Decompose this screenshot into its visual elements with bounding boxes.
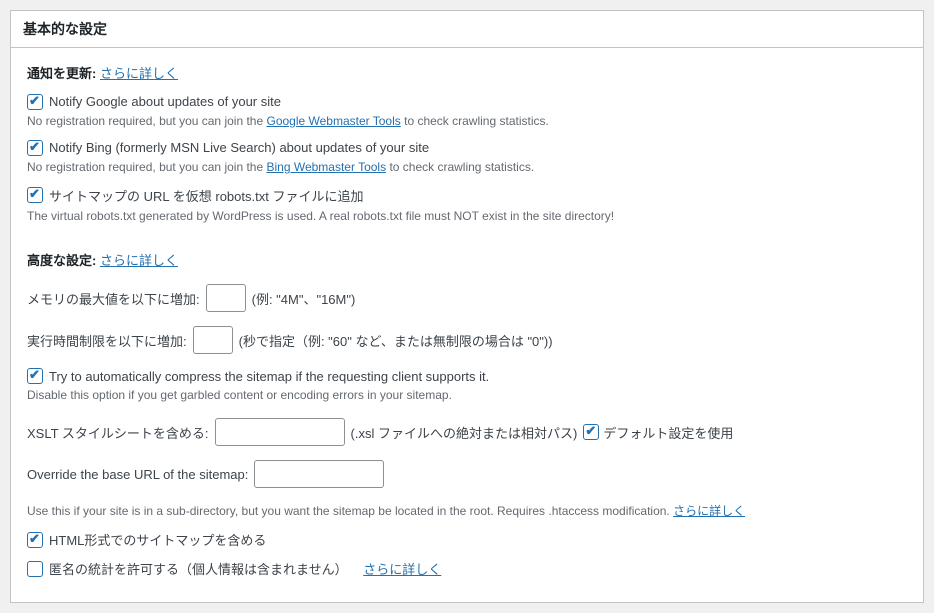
notify-label: 通知を更新:	[27, 66, 96, 81]
notify-bing-desc: No registration required, but you can jo…	[27, 158, 907, 176]
notify-google-row: Notify Google about updates of your site	[27, 94, 907, 110]
compress-checkbox[interactable]	[27, 368, 43, 384]
xslt-hint: (.xsl ファイルへの絶対または相対パス)	[351, 423, 578, 442]
advanced-label: 高度な設定:	[27, 253, 96, 268]
robots-desc: The virtual robots.txt generated by Word…	[27, 207, 907, 225]
memory-input[interactable]	[206, 284, 246, 312]
notify-more-link[interactable]: さらに詳しく	[100, 66, 178, 81]
anon-checkbox[interactable]	[27, 561, 43, 577]
anon-row: 匿名の統計を許可する（個人情報は含まれません） さらに詳しく	[27, 559, 907, 578]
baseurl-row: Override the base URL of the sitemap:	[27, 460, 907, 488]
memory-row: メモリの最大値を以下に増加: (例: "4M"、"16M")	[27, 284, 907, 312]
baseurl-desc: Use this if your site is in a sub-direct…	[27, 502, 907, 520]
robots-row: サイトマップの URL を仮想 robots.txt ファイルに追加	[27, 186, 907, 205]
compress-label: Try to automatically compress the sitema…	[49, 369, 489, 384]
baseurl-input[interactable]	[254, 460, 384, 488]
bing-webmaster-link[interactable]: Bing Webmaster Tools	[266, 160, 386, 174]
baseurl-more-link[interactable]: さらに詳しく	[673, 504, 745, 518]
xslt-label: XSLT スタイルシートを含める:	[27, 423, 209, 442]
advanced-group-header: 高度な設定: さらに詳しく	[27, 251, 907, 271]
anon-label: 匿名の統計を許可する（個人情報は含まれません）	[49, 559, 348, 578]
compress-row: Try to automatically compress the sitema…	[27, 368, 907, 384]
xslt-default-checkbox[interactable]	[583, 424, 599, 440]
notify-google-desc: No registration required, but you can jo…	[27, 112, 907, 130]
notify-bing-row: Notify Bing (formerly MSN Live Search) a…	[27, 140, 907, 156]
basic-settings-panel: 基本的な設定 通知を更新: さらに詳しく Notify Google about…	[10, 10, 924, 603]
xslt-row: XSLT スタイルシートを含める: (.xsl ファイルへの絶対または相対パス)…	[27, 418, 907, 446]
notify-bing-label: Notify Bing (formerly MSN Live Search) a…	[49, 140, 429, 155]
xslt-default-label: デフォルト設定を使用	[603, 423, 733, 442]
time-label: 実行時間制限を以下に増加:	[27, 331, 187, 350]
notify-group-header: 通知を更新: さらに詳しく	[27, 64, 907, 84]
baseurl-label: Override the base URL of the sitemap:	[27, 467, 248, 482]
panel-body: 通知を更新: さらに詳しく Notify Google about update…	[11, 48, 923, 602]
xslt-input[interactable]	[215, 418, 345, 446]
html-checkbox[interactable]	[27, 532, 43, 548]
compress-desc: Disable this option if you get garbled c…	[27, 386, 907, 404]
anon-more-link[interactable]: さらに詳しく	[363, 559, 441, 578]
time-input[interactable]	[193, 326, 233, 354]
memory-label: メモリの最大値を以下に増加:	[27, 289, 200, 308]
panel-title: 基本的な設定	[11, 11, 923, 48]
robots-label: サイトマップの URL を仮想 robots.txt ファイルに追加	[49, 186, 363, 205]
advanced-more-link[interactable]: さらに詳しく	[100, 253, 178, 268]
html-row: HTML形式でのサイトマップを含める	[27, 530, 907, 549]
html-label: HTML形式でのサイトマップを含める	[49, 530, 266, 549]
time-hint: (秒で指定（例: "60" など、または無制限の場合は "0"))	[239, 331, 553, 350]
time-row: 実行時間制限を以下に増加: (秒で指定（例: "60" など、または無制限の場合…	[27, 326, 907, 354]
memory-hint: (例: "4M"、"16M")	[252, 289, 356, 308]
notify-google-checkbox[interactable]	[27, 94, 43, 110]
robots-checkbox[interactable]	[27, 187, 43, 203]
google-webmaster-link[interactable]: Google Webmaster Tools	[266, 114, 400, 128]
notify-bing-checkbox[interactable]	[27, 140, 43, 156]
notify-google-label: Notify Google about updates of your site	[49, 94, 281, 109]
